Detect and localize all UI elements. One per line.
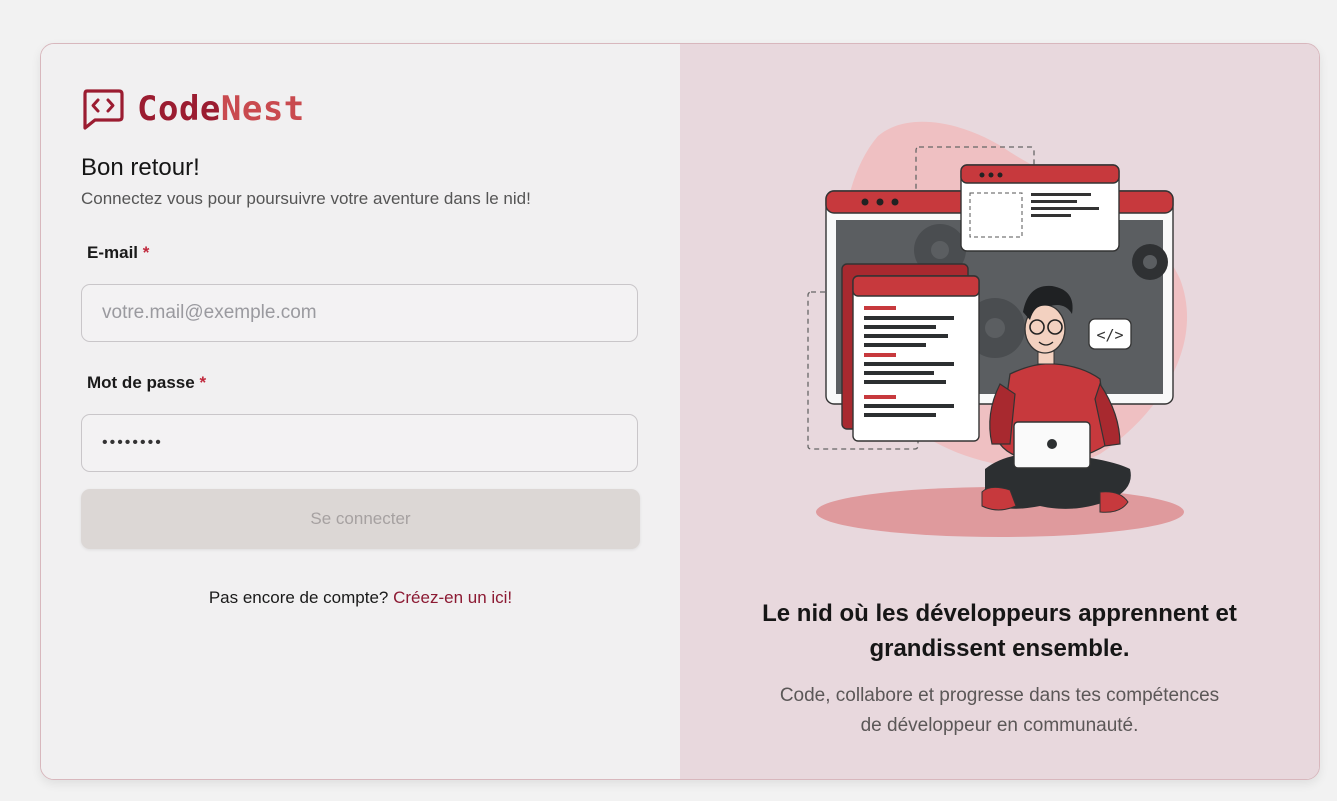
code-chat-icon [83, 89, 124, 130]
signup-prompt: Pas encore de compte? Créez-en un ici! [81, 588, 640, 608]
svg-text:</>: </> [1096, 326, 1123, 344]
login-panel: CodeNest Bon retour! Connectez vous pour… [41, 44, 680, 779]
brand-name-part1: Code [137, 89, 221, 129]
promo-tagline: Le nid où les développeurs apprennent et… [762, 600, 1237, 662]
required-mark: * [142, 243, 150, 262]
email-label: E-mail * [87, 243, 149, 263]
required-mark: * [199, 373, 207, 392]
email-label-text: E-mail [87, 243, 139, 262]
password-label: Mot de passe * [87, 373, 206, 393]
login-card: CodeNest Bon retour! Connectez vous pour… [40, 43, 1320, 780]
promo-description: Code, collabore et progresse dans tes co… [720, 681, 1279, 741]
promo-description-line2: de développeur en communauté. [860, 715, 1139, 736]
brand-name: CodeNest [137, 89, 305, 129]
signup-link[interactable]: Créez-en un ici! [393, 588, 512, 607]
password-field[interactable] [81, 414, 638, 472]
developer-illustration: </> [807, 121, 1188, 537]
signup-prompt-text: Pas encore de compte? [208, 588, 389, 607]
promo-panel: </> Le nid où les développeurs apprennen… [680, 44, 1319, 779]
email-field[interactable] [81, 284, 638, 342]
page-title: Bon retour! [81, 154, 200, 181]
promo-description-line1: Code, collabore et progresse dans tes co… [779, 685, 1220, 706]
brand-logo: CodeNest [81, 88, 305, 130]
login-button[interactable]: Se connecter [81, 489, 640, 549]
page-subtitle: Connectez vous pour poursuivre votre ave… [81, 189, 531, 208]
password-label-text: Mot de passe [87, 373, 195, 392]
brand-name-part2: Nest [220, 89, 305, 129]
